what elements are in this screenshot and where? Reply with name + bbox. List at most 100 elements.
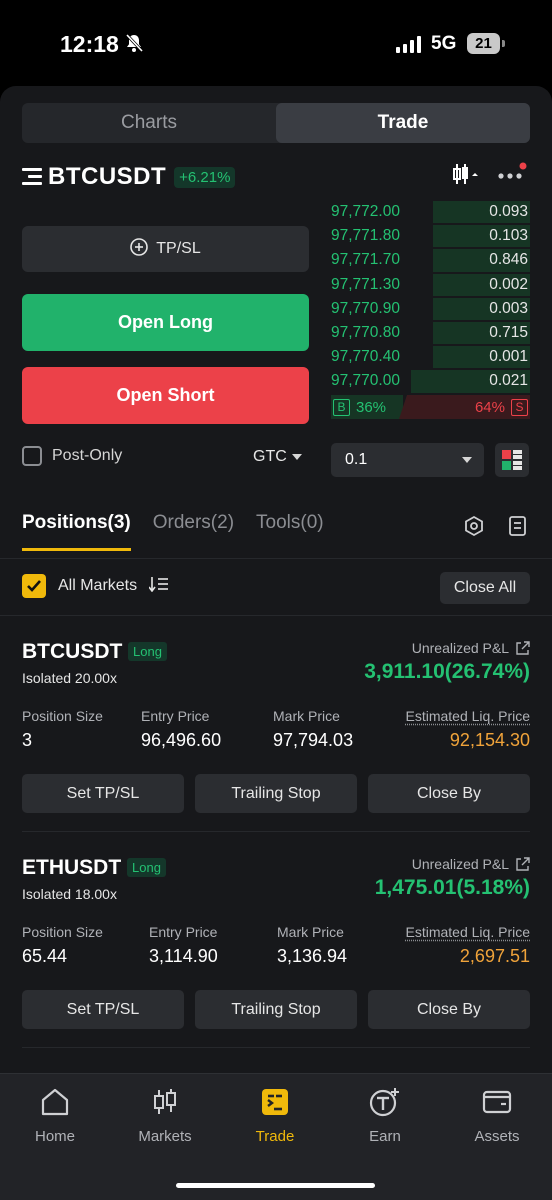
nav-earn[interactable]: Earn [330, 1086, 440, 1145]
nav-home[interactable]: Home [0, 1086, 110, 1145]
nav-assets[interactable]: Assets [442, 1086, 552, 1145]
menu-icon [22, 168, 44, 186]
mark-price: Mark Price 3,136.94 [277, 924, 347, 967]
unrealized-pnl-value: 1,475.01(5.18%) [374, 876, 530, 899]
mark-price-value: 97,794.03 [273, 730, 354, 750]
order-book-qty: 0.715 [489, 324, 528, 342]
liq-price-label: Estimated Liq. Price [405, 708, 531, 724]
trailing-stop-button[interactable]: Trailing Stop [195, 774, 357, 813]
order-book-mode-icon[interactable] [495, 443, 529, 477]
network-type: 5G [431, 33, 457, 54]
set-tpsl-button[interactable]: Set TP/SL [22, 990, 184, 1029]
trailing-stop-button[interactable]: Trailing Stop [195, 990, 357, 1029]
candlestick-icon[interactable] [452, 162, 478, 191]
document-icon[interactable] [508, 515, 528, 542]
more-icon[interactable] [497, 162, 527, 191]
order-book-qty: 0.003 [489, 299, 528, 317]
sell-tag: S [511, 398, 528, 416]
order-book-row[interactable]: 97,772.00 0.093 [331, 200, 530, 224]
bottom-nav: Home Markets Trade Earn Assets [0, 1073, 552, 1200]
unrealized-pnl-value: 3,911.10(26.74%) [364, 660, 530, 683]
nav-assets-label: Assets [474, 1128, 520, 1145]
tpsl-label: TP/SL [156, 240, 201, 257]
order-book-price: 97,771.80 [331, 227, 400, 245]
unrealized-pnl-label[interactable]: Unrealized P&L [412, 856, 530, 872]
home-icon [41, 1088, 69, 1116]
tab-orders[interactable]: Orders(2) [153, 512, 234, 551]
unrealized-pnl-label[interactable]: Unrealized P&L [412, 640, 530, 656]
trade-icon [262, 1089, 288, 1115]
position-size-label: Position Size [22, 924, 103, 940]
position-size: Position Size 3 [22, 708, 103, 751]
order-book-price: 97,770.00 [331, 372, 400, 390]
buy-percent: 36% [356, 398, 387, 416]
order-book-row[interactable]: 97,770.80 0.715 [331, 321, 530, 345]
position-size-value: 3 [22, 730, 33, 750]
sort-icon[interactable] [148, 576, 169, 597]
tpsl-button[interactable]: TP/SL [22, 226, 309, 272]
post-only-option[interactable]: Post-Only [22, 446, 122, 466]
liq-price-value: 2,697.51 [459, 946, 530, 966]
mark-price-label: Mark Price [273, 708, 340, 724]
order-book-row[interactable]: 97,770.00 0.021 [331, 369, 530, 393]
close-all-button[interactable]: Close All [440, 572, 530, 604]
order-book-qty: 0.103 [489, 227, 528, 245]
order-book-qty: 0.093 [489, 203, 528, 221]
order-book-price: 97,770.80 [331, 324, 400, 342]
position-size-label: Position Size [22, 708, 103, 724]
position-side-badge: Long [127, 858, 166, 877]
open-long-button[interactable]: Open Long [22, 294, 309, 351]
tab-positions[interactable]: Positions(3) [22, 512, 131, 551]
divider [22, 831, 530, 832]
divider [22, 1047, 530, 1048]
sell-percent: 64% [474, 398, 505, 416]
open-short-button[interactable]: Open Short [22, 367, 309, 424]
wallet-icon [482, 1090, 512, 1114]
liq-price[interactable]: Estimated Liq. Price 92,154.30 [406, 708, 531, 751]
share-icon [516, 856, 530, 871]
pair-change-badge: +6.21% [174, 166, 236, 188]
nav-markets[interactable]: Markets [110, 1086, 220, 1145]
position-actions: Set TP/SL Trailing Stop Close By [22, 990, 530, 1029]
post-only-checkbox[interactable] [22, 446, 42, 466]
position-leverage: Isolated 20.00x [22, 670, 117, 686]
quantity-select[interactable]: 0.1 [331, 443, 484, 477]
divider [0, 558, 552, 559]
order-book-qty: 0.021 [489, 372, 528, 390]
trade-screen: Charts Trade BTCUSDT +6.21% TP/SL Open L… [0, 86, 552, 1200]
all-markets-checkbox[interactable] [22, 574, 46, 598]
position-symbol: ETHUSDT [22, 856, 122, 879]
hexagon-settings-icon[interactable] [463, 515, 485, 542]
entry-price-value: 3,114.90 [149, 946, 218, 966]
position-card: ETHUSDT Long Isolated 18.00x Unrealized … [0, 856, 552, 1072]
plus-circle-icon [130, 237, 149, 261]
quantity-value: 0.1 [345, 451, 368, 468]
bell-muted-icon [124, 33, 144, 58]
nav-markets-label: Markets [138, 1128, 192, 1145]
close-by-button[interactable]: Close By [368, 774, 530, 813]
liq-price-label: Estimated Liq. Price [405, 924, 531, 940]
liq-price[interactable]: Estimated Liq. Price 2,697.51 [406, 924, 531, 967]
time-in-force-select[interactable]: GTC [253, 448, 302, 466]
order-book-price: 97,772.00 [331, 203, 400, 221]
tab-trade[interactable]: Trade [276, 103, 530, 143]
close-by-button[interactable]: Close By [368, 990, 530, 1029]
tab-charts[interactable]: Charts [22, 103, 276, 143]
nav-earn-label: Earn [369, 1128, 401, 1145]
pair-selector[interactable]: BTCUSDT +6.21% [22, 163, 236, 191]
nav-trade[interactable]: Trade [220, 1086, 330, 1145]
order-book-qty: 0.001 [489, 348, 528, 366]
order-book-row[interactable]: 97,770.40 0.001 [331, 345, 530, 369]
position-tabs: Positions(3) Orders(2) Tools(0) [22, 512, 324, 551]
order-book-qty: 0.002 [489, 275, 528, 293]
mark-price: Mark Price 97,794.03 [273, 708, 353, 751]
position-size: Position Size 65.44 [22, 924, 103, 967]
set-tpsl-button[interactable]: Set TP/SL [22, 774, 184, 813]
market-filter[interactable]: All Markets [22, 574, 169, 598]
order-book-row[interactable]: 97,771.80 0.103 [331, 224, 530, 248]
order-book-row[interactable]: 97,770.90 0.003 [331, 297, 530, 321]
order-book-row[interactable]: 97,771.70 0.846 [331, 248, 530, 272]
time-in-force-value: GTC [253, 448, 287, 465]
order-book-row[interactable]: 97,771.30 0.002 [331, 273, 530, 297]
tab-tools[interactable]: Tools(0) [256, 512, 324, 551]
